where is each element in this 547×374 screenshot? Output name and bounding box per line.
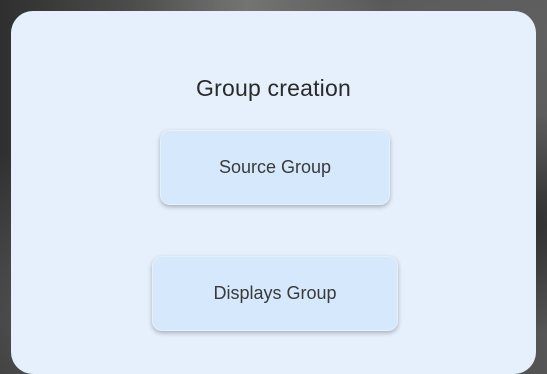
dialog-title: Group creation xyxy=(196,75,351,101)
group-creation-dialog: Group creation Source Group Displays Gro… xyxy=(11,11,536,374)
displays-group-button[interactable]: Displays Group xyxy=(152,256,398,331)
source-group-button[interactable]: Source Group xyxy=(160,130,390,205)
